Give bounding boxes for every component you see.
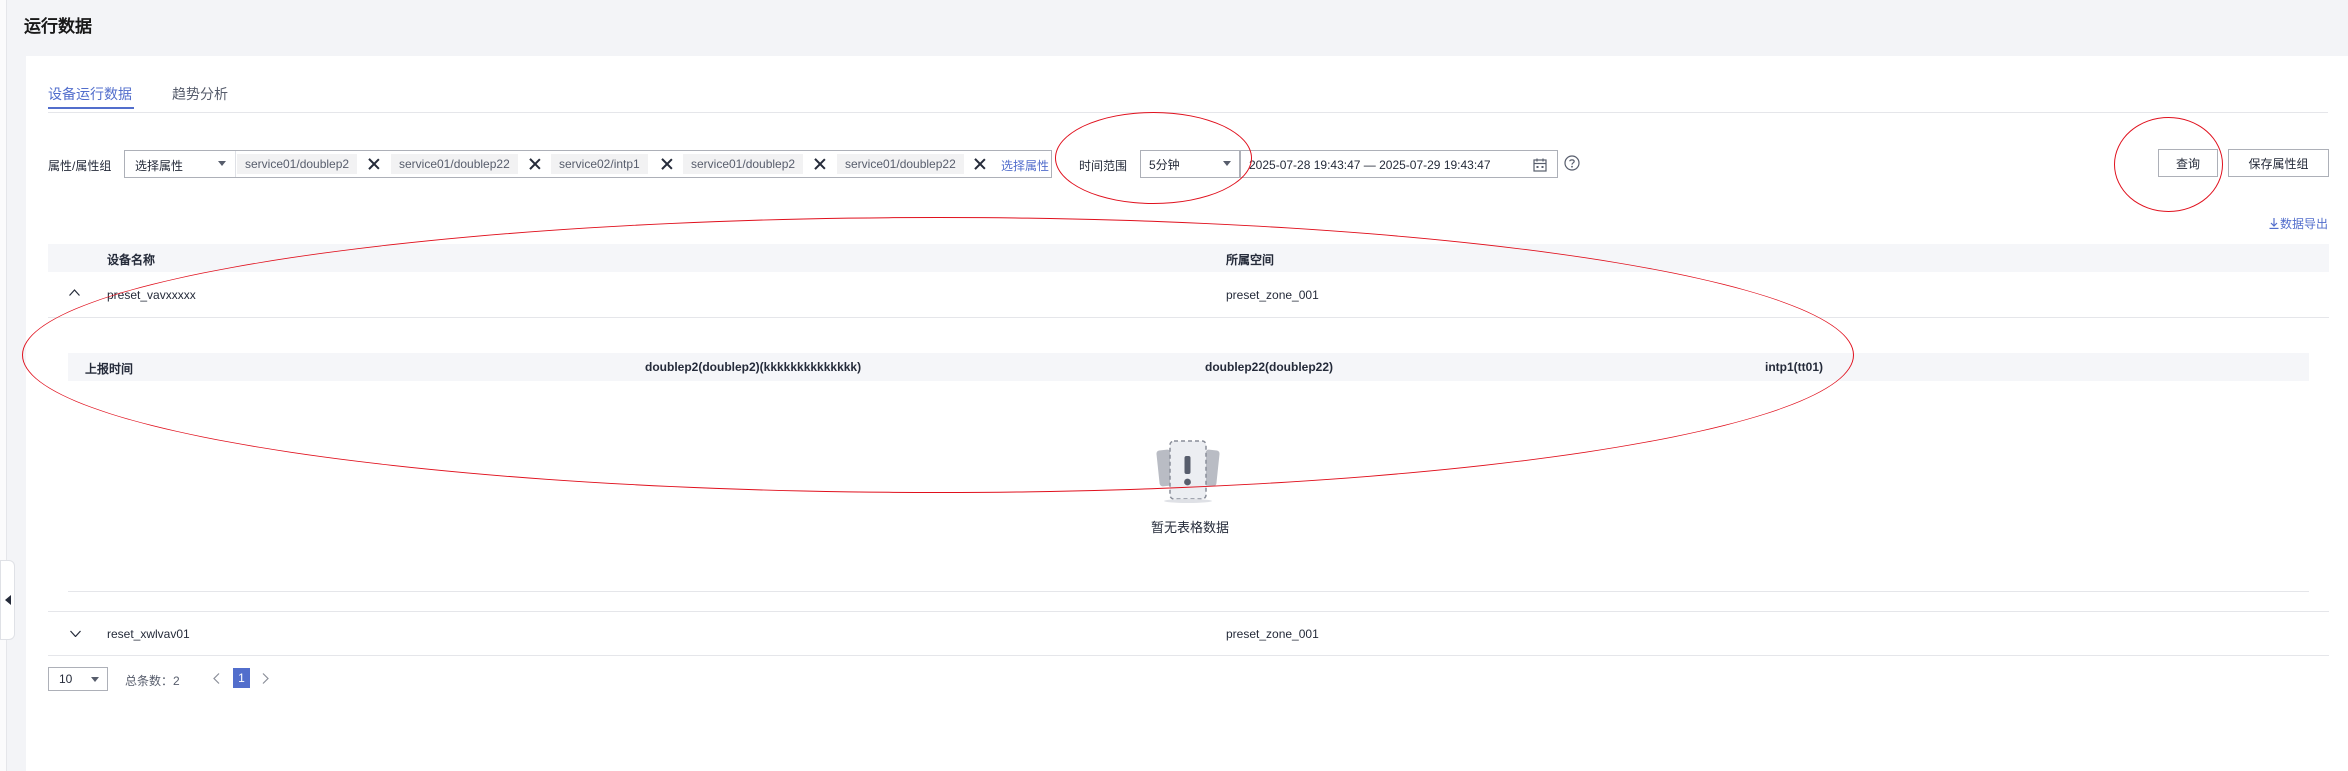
page-size-select[interactable]: 10 — [48, 667, 108, 691]
tab-device-data[interactable]: 设备运行数据 — [48, 84, 132, 104]
save-attr-group-button[interactable]: 保存属性组 — [2228, 149, 2329, 177]
attr-select-placeholder: 选择属性 — [135, 159, 184, 173]
export-label: 数据导出 — [2280, 217, 2329, 231]
selector-divider — [235, 151, 236, 177]
attr-chip: service01/doublep2 — [237, 154, 358, 174]
help-icon[interactable] — [1564, 155, 1580, 171]
empty-text: 暂无表格数据 — [1150, 520, 1229, 535]
device-name: reset_xwlvav01 — [107, 627, 190, 641]
attr-chip: service01/doublep2 — [683, 154, 804, 174]
inner-table-bottom — [68, 591, 2309, 592]
select-attr-link[interactable]: 选择属性 — [1001, 157, 1049, 174]
sidebar-collapse-handle[interactable] — [0, 560, 15, 640]
close-icon[interactable] — [974, 158, 986, 170]
chevron-up-icon[interactable] — [69, 289, 80, 296]
close-icon[interactable] — [368, 158, 380, 170]
inner-column-header: doublep22(doublep22) — [1205, 360, 1334, 374]
attr-chip: service01/doublep22 — [837, 154, 964, 174]
attr-chip: service02/intp1 — [551, 154, 648, 174]
date-range-value: 2025-07-28 19:43:47 — 2025-07-29 19:43:4… — [1249, 158, 1491, 172]
inner-column-header: doublep2(doublep2)(kkkkkkkkkkkkkk) — [645, 360, 862, 374]
date-range-picker[interactable]: 2025-07-28 19:43:47 — 2025-07-29 19:43:4… — [1240, 150, 1558, 178]
caret-left-icon — [4, 595, 11, 605]
chevron-down-icon — [218, 161, 226, 166]
time-range-value: 5分钟 — [1149, 157, 1180, 172]
close-icon[interactable] — [529, 158, 541, 170]
column-header-space: 所属空间 — [1226, 253, 1275, 267]
column-header-device: 设备名称 — [107, 253, 156, 267]
total-count: 总条数：2 — [125, 674, 180, 688]
chevron-down-icon[interactable] — [70, 630, 81, 637]
space-name: preset_zone_001 — [1226, 288, 1319, 302]
tab-trend-analysis[interactable]: 趋势分析 — [172, 84, 228, 104]
empty-data-icon — [1156, 440, 1220, 503]
chevron-down-icon — [1223, 161, 1231, 166]
chevron-left-icon[interactable] — [213, 673, 220, 684]
chevron-down-icon — [91, 677, 99, 682]
close-icon[interactable] — [814, 158, 826, 170]
calendar-icon — [1533, 158, 1547, 172]
time-range-select[interactable]: 5分钟 — [1140, 150, 1240, 178]
inner-column-header: 上报时间 — [85, 362, 134, 376]
left-strip — [0, 0, 7, 771]
query-button[interactable]: 查询 — [2158, 149, 2218, 177]
download-icon — [2269, 218, 2279, 229]
table-row[interactable]: preset_vavxxxxx preset_zone_001 — [48, 272, 2329, 318]
attr-selector[interactable]: 选择属性 service01/doublep2 service01/double… — [124, 150, 1052, 178]
export-link[interactable]: 数据导出 — [2269, 215, 2328, 232]
time-range-label: 时间范围 — [1079, 159, 1128, 173]
attr-chip: service01/doublep22 — [391, 154, 518, 174]
close-icon[interactable] — [661, 158, 673, 170]
page-title: 运行数据 — [24, 17, 92, 36]
inner-column-header: intp1(tt01) — [1765, 360, 1823, 374]
attr-label: 属性/属性组 — [48, 159, 112, 173]
device-name: preset_vavxxxxx — [107, 288, 196, 302]
chevron-right-icon[interactable] — [262, 673, 269, 684]
page-number-current[interactable]: 1 — [233, 668, 250, 688]
page-size-value: 10 — [59, 672, 73, 686]
table-header: 设备名称 所属空间 — [48, 244, 2329, 272]
tab-bar: 设备运行数据 趋势分析 — [48, 80, 2328, 113]
space-name: preset_zone_001 — [1226, 627, 1319, 641]
active-tab-indicator — [48, 107, 134, 109]
table-row[interactable]: reset_xwlvav01 preset_zone_001 — [48, 612, 2329, 656]
inner-table-header: 上报时间 doublep2(doublep2)(kkkkkkkkkkkkkk) … — [68, 353, 2309, 381]
